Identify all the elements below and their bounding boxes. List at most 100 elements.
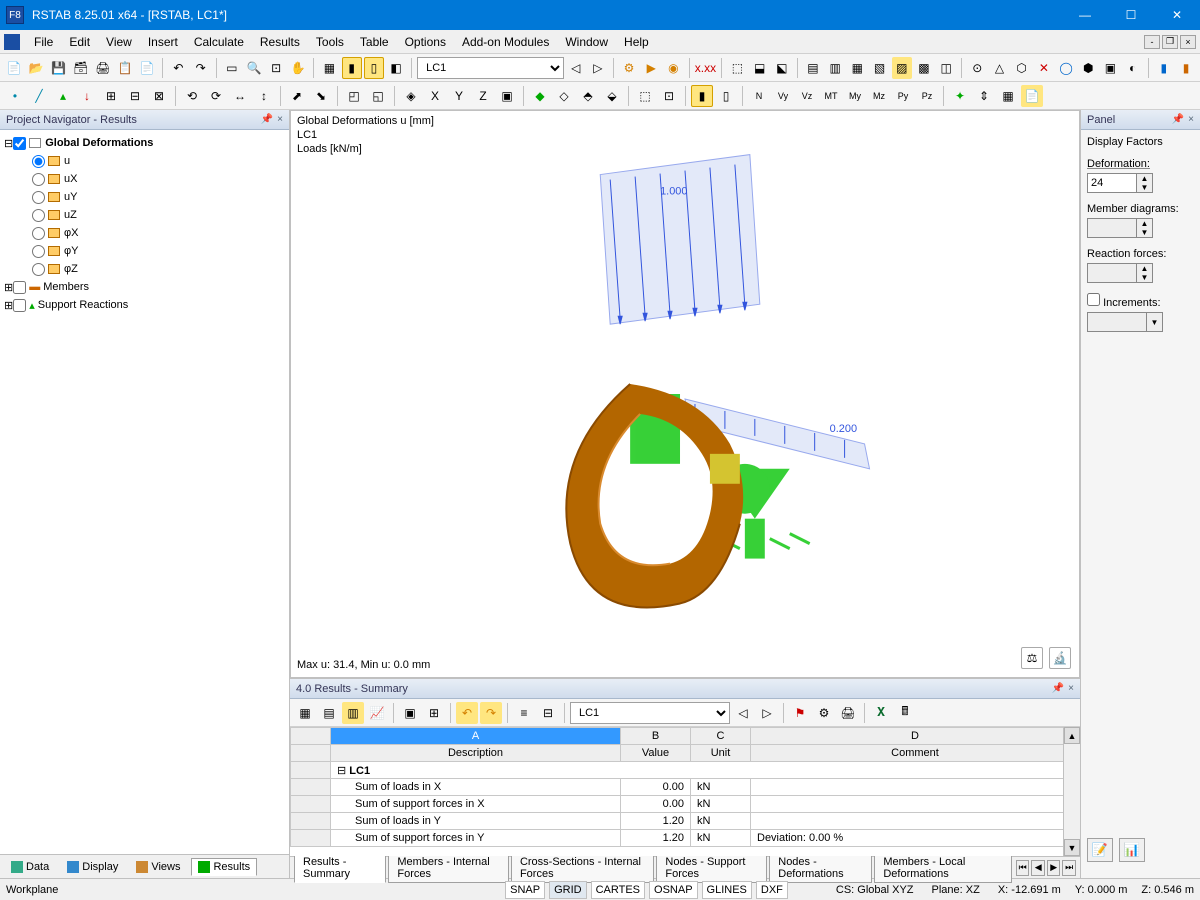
deformation-input[interactable] [1087, 173, 1137, 193]
tree-radio[interactable] [32, 227, 45, 240]
save-all-icon[interactable]: 🗃 [71, 57, 91, 79]
rt5-icon[interactable]: ▣ [399, 702, 421, 724]
results-print-icon[interactable]: 🖨 [837, 702, 859, 724]
tree-root[interactable]: ⊟ Global Deformations [2, 134, 287, 152]
sb-glines[interactable]: GLINES [702, 881, 752, 899]
render3-icon[interactable]: ▦ [847, 57, 867, 79]
results-filter-icon[interactable]: ⚑ [789, 702, 811, 724]
show3-icon[interactable]: ⬘ [577, 85, 599, 107]
mdi-minimize[interactable]: - [1144, 35, 1160, 49]
render2-icon[interactable]: ▥ [825, 57, 845, 79]
tree-item-uY[interactable]: uY [2, 188, 287, 206]
mod3-icon[interactable]: ⬡ [1012, 57, 1032, 79]
scroll-down-icon[interactable]: ▼ [1064, 839, 1080, 856]
members-checkbox[interactable] [13, 281, 26, 294]
sb-cartes[interactable]: CARTES [591, 881, 645, 899]
grid-icon[interactable]: ▦ [319, 57, 339, 79]
mdi-restore[interactable]: ❐ [1162, 35, 1178, 49]
root-checkbox[interactable] [13, 137, 26, 150]
zoom-fit-icon[interactable]: ⊡ [266, 57, 286, 79]
menu-help[interactable]: Help [616, 32, 657, 52]
menu-insert[interactable]: Insert [140, 32, 186, 52]
pan-icon[interactable]: ✋ [288, 57, 308, 79]
force-mt-icon[interactable]: MT [820, 85, 842, 107]
paste-icon[interactable]: 📄 [137, 57, 157, 79]
flag1-icon[interactable]: ▮ [1154, 57, 1174, 79]
scale-icon[interactable]: ⇕ [973, 85, 995, 107]
view1-icon[interactable]: ▮ [342, 57, 362, 79]
anim-icon[interactable]: ✦ [949, 85, 971, 107]
navtab-data[interactable]: Data [4, 858, 56, 876]
col-a[interactable]: A [331, 728, 621, 745]
results-tab-4[interactable]: Nodes - Deformations [769, 853, 872, 883]
tool-b-icon[interactable]: ⬓ [750, 57, 770, 79]
rt10-icon[interactable]: ⊟ [537, 702, 559, 724]
mod5-icon[interactable]: ◯ [1056, 57, 1076, 79]
run-icon[interactable]: ▶ [641, 57, 661, 79]
sb-osnap[interactable]: OSNAP [649, 881, 698, 899]
t2b-icon[interactable]: ⊟ [124, 85, 146, 107]
show1-icon[interactable]: ◆ [529, 85, 551, 107]
results-pin-icon[interactable]: 📌 [1052, 683, 1064, 694]
t2a-icon[interactable]: ⊞ [100, 85, 122, 107]
mod8-icon[interactable]: ◐ [1123, 57, 1143, 79]
res-on-icon[interactable]: ▮ [691, 85, 713, 107]
viewport-btn-1[interactable]: ⚖ [1021, 647, 1043, 669]
results-calc-icon[interactable]: 🖩 [894, 702, 916, 724]
deformation-up-icon[interactable]: ▲ [1137, 174, 1152, 183]
tab-first-icon[interactable]: ⏮ [1016, 860, 1030, 876]
tree-radio[interactable] [32, 173, 45, 186]
view-z-icon[interactable]: Z [472, 85, 494, 107]
results-excel-icon[interactable]: 𝐗 [870, 702, 892, 724]
menu-calculate[interactable]: Calculate [186, 32, 252, 52]
calc-icon[interactable]: ⚙ [619, 57, 639, 79]
navtab-results[interactable]: Results [191, 858, 257, 876]
render5-icon[interactable]: ▨ [892, 57, 912, 79]
results-icon[interactable]: ◉ [663, 57, 683, 79]
force-vz-icon[interactable]: Vz [796, 85, 818, 107]
rt1-icon[interactable]: ▦ [294, 702, 316, 724]
rt8-icon[interactable]: ↷ [480, 702, 502, 724]
results-tab-1[interactable]: Members - Internal Forces [388, 853, 509, 883]
panel-config-button[interactable]: 📝 [1087, 838, 1113, 862]
render6-icon[interactable]: ▩ [914, 57, 934, 79]
force-vy-icon[interactable]: Vy [772, 85, 794, 107]
view2-icon[interactable]: ▯ [364, 57, 384, 79]
tree-item-u[interactable]: u [2, 152, 287, 170]
results-opt-icon[interactable]: ⚙ [813, 702, 835, 724]
mod4-icon[interactable]: ✕ [1034, 57, 1054, 79]
res-off-icon[interactable]: ▯ [715, 85, 737, 107]
results-tab-3[interactable]: Nodes - Support Forces [656, 853, 767, 883]
navtab-display[interactable]: Display [60, 858, 125, 876]
tool-a-icon[interactable]: ⬚ [727, 57, 747, 79]
show4-icon[interactable]: ⬙ [601, 85, 623, 107]
zoom-window-icon[interactable]: 🔍 [244, 57, 264, 79]
results-table[interactable]: A B C D Description Value Unit Comment [290, 727, 1080, 847]
node-icon[interactable]: • [4, 85, 26, 107]
panel-pin-icon[interactable]: 📌 [1172, 114, 1184, 125]
loadcase-combo[interactable]: LC1 [417, 57, 564, 79]
rt2-icon[interactable]: ▤ [318, 702, 340, 724]
t2d-icon[interactable]: ⟲ [181, 85, 203, 107]
save-icon[interactable]: 💾 [48, 57, 68, 79]
navigator-close-icon[interactable]: × [277, 114, 283, 125]
mod7-icon[interactable]: ▣ [1100, 57, 1120, 79]
mod1-icon[interactable]: ⊙ [967, 57, 987, 79]
mdi-close[interactable]: × [1180, 35, 1196, 49]
redo-icon[interactable]: ↷ [191, 57, 211, 79]
t2h-icon[interactable]: ⬈ [286, 85, 308, 107]
extra1-icon[interactable]: ⬚ [634, 85, 656, 107]
results-tab-5[interactable]: Members - Local Deformations [874, 853, 1012, 883]
viewport-btn-2[interactable]: 🔬 [1049, 647, 1071, 669]
view-y-icon[interactable]: Y [448, 85, 470, 107]
copy-icon[interactable]: 📋 [115, 57, 135, 79]
results-close-icon[interactable]: × [1068, 683, 1074, 694]
tree-item-φY[interactable]: φY [2, 242, 287, 260]
export-icon[interactable]: ▦ [997, 85, 1019, 107]
next-lc-icon[interactable]: ▷ [588, 57, 608, 79]
force-n-icon[interactable]: N [748, 85, 770, 107]
menu-tools[interactable]: Tools [308, 32, 352, 52]
tab-next-icon[interactable]: ▶ [1047, 860, 1061, 876]
undo-icon[interactable]: ↶ [168, 57, 188, 79]
t2j-icon[interactable]: ◰ [343, 85, 365, 107]
